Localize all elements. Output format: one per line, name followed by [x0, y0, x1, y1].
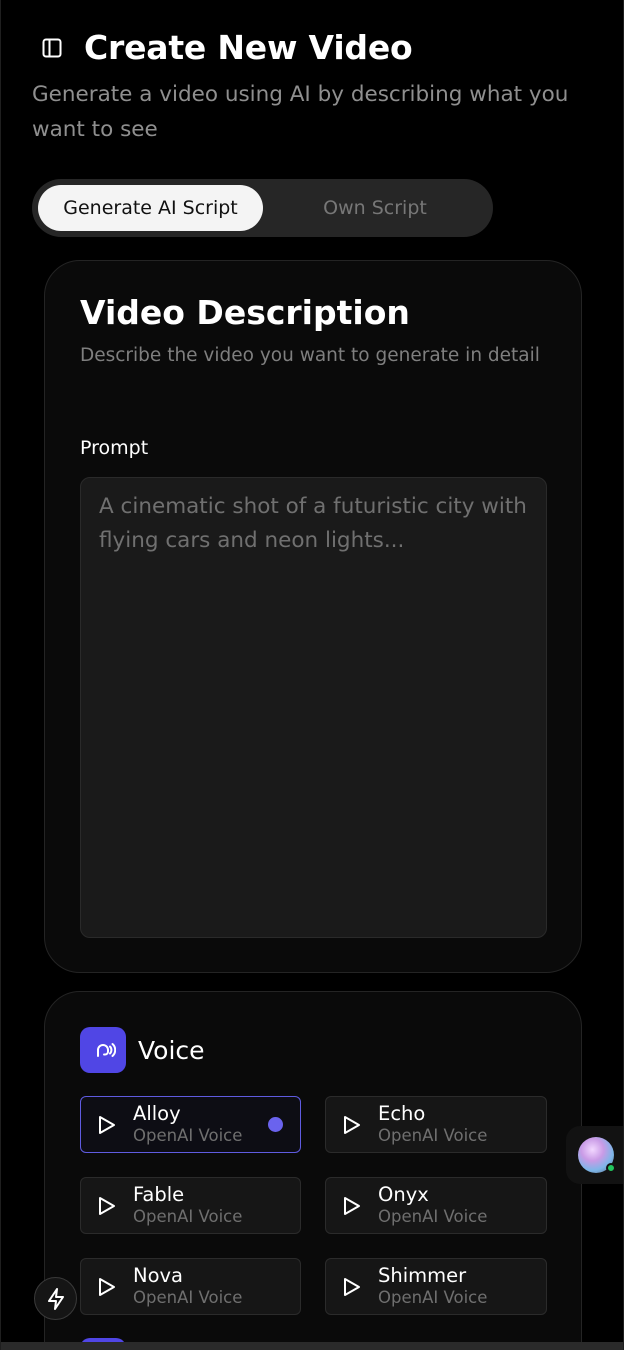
- voice-option-shimmer[interactable]: Shimmer OpenAI Voice: [325, 1258, 547, 1315]
- voice-text: Onyx OpenAI Voice: [378, 1182, 488, 1228]
- voice-wave-icon: [80, 1027, 126, 1073]
- prompt-label: Prompt: [80, 437, 149, 459]
- voice-option-alloy[interactable]: Alloy OpenAI Voice: [80, 1096, 301, 1153]
- tab-own-script[interactable]: Own Script: [263, 185, 487, 231]
- voice-option-echo[interactable]: Echo OpenAI Voice: [325, 1096, 547, 1153]
- voice-provider: OpenAI Voice: [378, 1206, 488, 1226]
- page-header: Create New Video Generate a video using …: [32, 28, 603, 147]
- play-icon[interactable]: [326, 1277, 378, 1297]
- tab-generate-ai-script[interactable]: Generate AI Script: [38, 185, 263, 231]
- voice-provider: OpenAI Voice: [378, 1125, 488, 1145]
- voice-text: Echo OpenAI Voice: [378, 1101, 488, 1147]
- play-icon[interactable]: [81, 1277, 133, 1297]
- user-avatar[interactable]: [578, 1137, 616, 1173]
- voice-name: Alloy: [133, 1101, 181, 1125]
- play-icon[interactable]: [326, 1115, 378, 1135]
- selected-indicator: [268, 1117, 283, 1132]
- voice-name: Onyx: [378, 1182, 429, 1206]
- script-mode-tabs: Generate AI Script Own Script: [32, 179, 493, 237]
- play-icon[interactable]: [81, 1196, 133, 1216]
- avatar-tab[interactable]: [566, 1126, 623, 1184]
- voice-provider: OpenAI Voice: [133, 1287, 243, 1307]
- voice-name: Echo: [378, 1101, 426, 1125]
- voice-text: Shimmer OpenAI Voice: [378, 1263, 488, 1309]
- bottom-scroll-bar: [1, 1342, 623, 1350]
- voice-option-nova[interactable]: Nova OpenAI Voice: [80, 1258, 301, 1315]
- voice-provider: OpenAI Voice: [133, 1206, 243, 1226]
- voice-provider: OpenAI Voice: [378, 1287, 488, 1307]
- voice-text: Nova OpenAI Voice: [133, 1263, 243, 1309]
- page-title: Create New Video: [84, 28, 413, 67]
- online-status-dot: [606, 1163, 616, 1173]
- voice-name: Fable: [133, 1182, 185, 1206]
- lightning-bolt-icon[interactable]: [34, 1277, 77, 1320]
- play-icon[interactable]: [326, 1196, 378, 1216]
- title-row: Create New Video: [40, 28, 603, 67]
- voice-option-onyx[interactable]: Onyx OpenAI Voice: [325, 1177, 547, 1234]
- play-icon[interactable]: [81, 1115, 133, 1135]
- page-subtitle: Generate a video using AI by describing …: [32, 82, 569, 142]
- voice-title: Voice: [138, 1035, 205, 1065]
- voice-options-grid: Alloy OpenAI Voice Echo OpenAI Voice Fab…: [80, 1096, 547, 1315]
- prompt-textarea[interactable]: A cinematic shot of a futuristic city wi…: [80, 477, 547, 938]
- voice-text: Fable OpenAI Voice: [133, 1182, 243, 1228]
- video-description-card: Video Description Describe the video you…: [44, 260, 582, 973]
- card-title: Video Description: [80, 293, 410, 332]
- voice-name: Nova: [133, 1263, 184, 1287]
- voice-provider: OpenAI Voice: [133, 1125, 243, 1145]
- sidebar-toggle-icon[interactable]: [40, 36, 64, 60]
- voice-card: Voice Alloy OpenAI Voice Echo OpenAI Voi…: [44, 991, 582, 1350]
- voice-option-fable[interactable]: Fable OpenAI Voice: [80, 1177, 301, 1234]
- voice-text: Alloy OpenAI Voice: [133, 1101, 243, 1147]
- app-frame: Create New Video Generate a video using …: [0, 0, 624, 1350]
- voice-name: Shimmer: [378, 1263, 467, 1287]
- card-subtitle: Describe the video you want to generate …: [80, 345, 540, 366]
- voice-header: Voice: [80, 1027, 205, 1073]
